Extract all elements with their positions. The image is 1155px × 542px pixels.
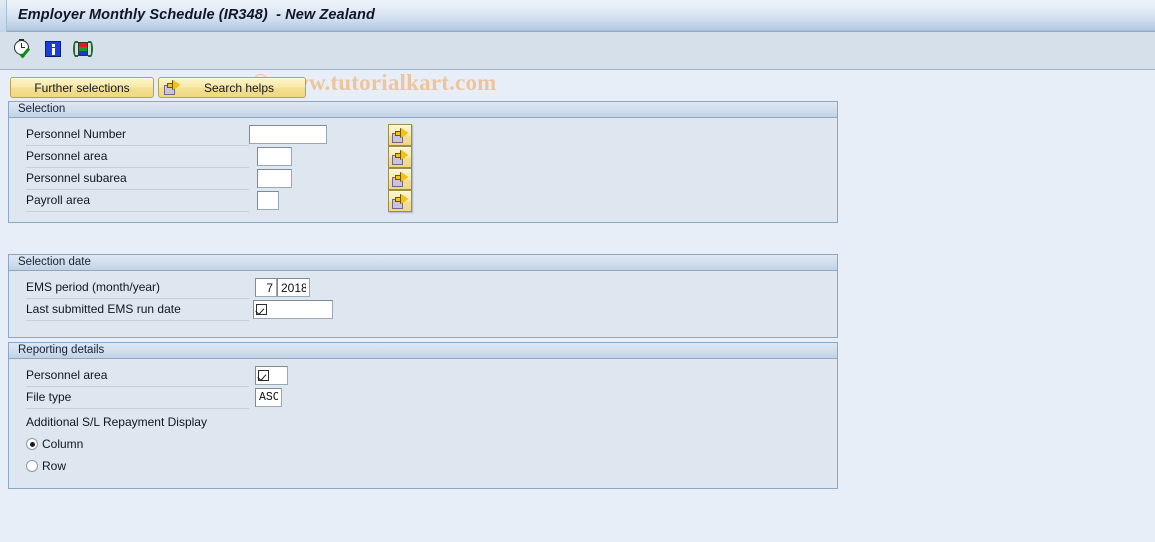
field-row-last-ems-run-date: Last submitted EMS run date xyxy=(9,299,837,321)
label-reporting-personnel-area: Personnel area xyxy=(26,368,108,382)
variant-glyph xyxy=(73,41,93,57)
label-personnel-area: Personnel area xyxy=(26,149,108,163)
search-helps-button[interactable]: Search helps xyxy=(158,77,306,98)
radio-row-indicator xyxy=(26,460,38,472)
reporting-details-panel-title: Reporting details xyxy=(9,343,837,359)
title-bar-left-edge xyxy=(0,0,7,32)
window-title-bar: Employer Monthly Schedule (IR348) - New … xyxy=(0,0,1155,32)
further-selections-button[interactable]: Further selections xyxy=(10,77,154,98)
label-last-ems-run-date: Last submitted EMS run date xyxy=(26,302,181,316)
personnel-area-select-button[interactable] xyxy=(388,146,412,168)
personnel-number-input[interactable] xyxy=(249,125,327,144)
row-separator xyxy=(26,320,249,321)
reporting-details-panel-body: Personnel area File type Additional S/L … xyxy=(9,359,837,489)
label-personnel-number: Personnel Number xyxy=(26,127,127,141)
selection-date-panel: Selection date EMS period (month/year) L… xyxy=(8,254,838,338)
selection-date-panel-title: Selection date xyxy=(9,255,837,271)
label-ems-period: EMS period (month/year) xyxy=(26,280,161,294)
info-icon[interactable] xyxy=(42,38,64,60)
search-helps-label: Search helps xyxy=(203,80,275,95)
application-toolbar: © www.tutorialkart.com xyxy=(0,32,1155,95)
row-separator xyxy=(26,211,249,212)
personnel-subarea-input[interactable] xyxy=(257,169,292,188)
field-row-file-type: File type xyxy=(9,387,837,409)
field-row-personnel-subarea: Personnel subarea xyxy=(9,168,837,190)
field-row-ems-period: EMS period (month/year) xyxy=(9,277,837,299)
info-glyph xyxy=(45,41,61,57)
personnel-number-select-button[interactable] xyxy=(388,124,412,146)
arrow-folder-icon xyxy=(164,80,180,95)
ems-period-month-input[interactable] xyxy=(255,278,277,297)
arrow-folder-icon xyxy=(392,193,408,209)
execute-clock-glyph xyxy=(13,38,33,59)
selection-panel-title: Selection xyxy=(9,102,837,118)
label-personnel-subarea: Personnel subarea xyxy=(26,171,127,185)
payroll-area-input[interactable] xyxy=(257,191,279,210)
selection-date-panel-body: EMS period (month/year) Last submitted E… xyxy=(9,271,837,338)
ems-period-year-input[interactable] xyxy=(277,278,310,297)
arrow-folder-icon xyxy=(392,171,408,187)
checkbox-check-icon xyxy=(256,304,267,315)
radio-row-label: Row xyxy=(42,459,67,473)
toolbar-icon-group xyxy=(12,38,94,60)
row-separator xyxy=(26,408,249,409)
variant-icon[interactable] xyxy=(72,38,94,60)
label-file-type: File type xyxy=(26,390,72,404)
field-row-personnel-area: Personnel area xyxy=(9,146,837,168)
radio-option-row[interactable]: Row xyxy=(26,457,66,475)
field-row-reporting-personnel-area: Personnel area xyxy=(9,365,837,387)
radio-column-indicator xyxy=(26,438,38,450)
window-title: Employer Monthly Schedule (IR348) - New … xyxy=(18,7,375,23)
radio-column-label: Column xyxy=(42,437,84,451)
payroll-area-select-button[interactable] xyxy=(388,190,412,212)
execute-clock-icon[interactable] xyxy=(12,38,34,60)
radio-option-column[interactable]: Column xyxy=(26,435,83,453)
reporting-details-panel: Reporting details Personnel area File ty… xyxy=(8,342,838,489)
arrow-folder-icon xyxy=(392,149,408,165)
file-type-input[interactable] xyxy=(255,388,282,407)
label-payroll-area: Payroll area xyxy=(26,193,91,207)
personnel-area-input[interactable] xyxy=(257,147,292,166)
selection-panel: Selection Personnel Number Personnel are… xyxy=(8,101,838,223)
field-row-personnel-number: Personnel Number xyxy=(9,124,837,146)
personnel-subarea-select-button[interactable] xyxy=(388,168,412,190)
label-additional-sl-repayment-display: Additional S/L Repayment Display xyxy=(26,415,207,429)
action-button-row: Further selections Search helps xyxy=(10,77,306,98)
field-row-payroll-area: Payroll area xyxy=(9,190,837,212)
arrow-folder-icon xyxy=(392,127,408,143)
selection-panel-body: Personnel Number Personnel area Personne… xyxy=(9,118,837,223)
checkbox-check-icon xyxy=(258,370,269,381)
